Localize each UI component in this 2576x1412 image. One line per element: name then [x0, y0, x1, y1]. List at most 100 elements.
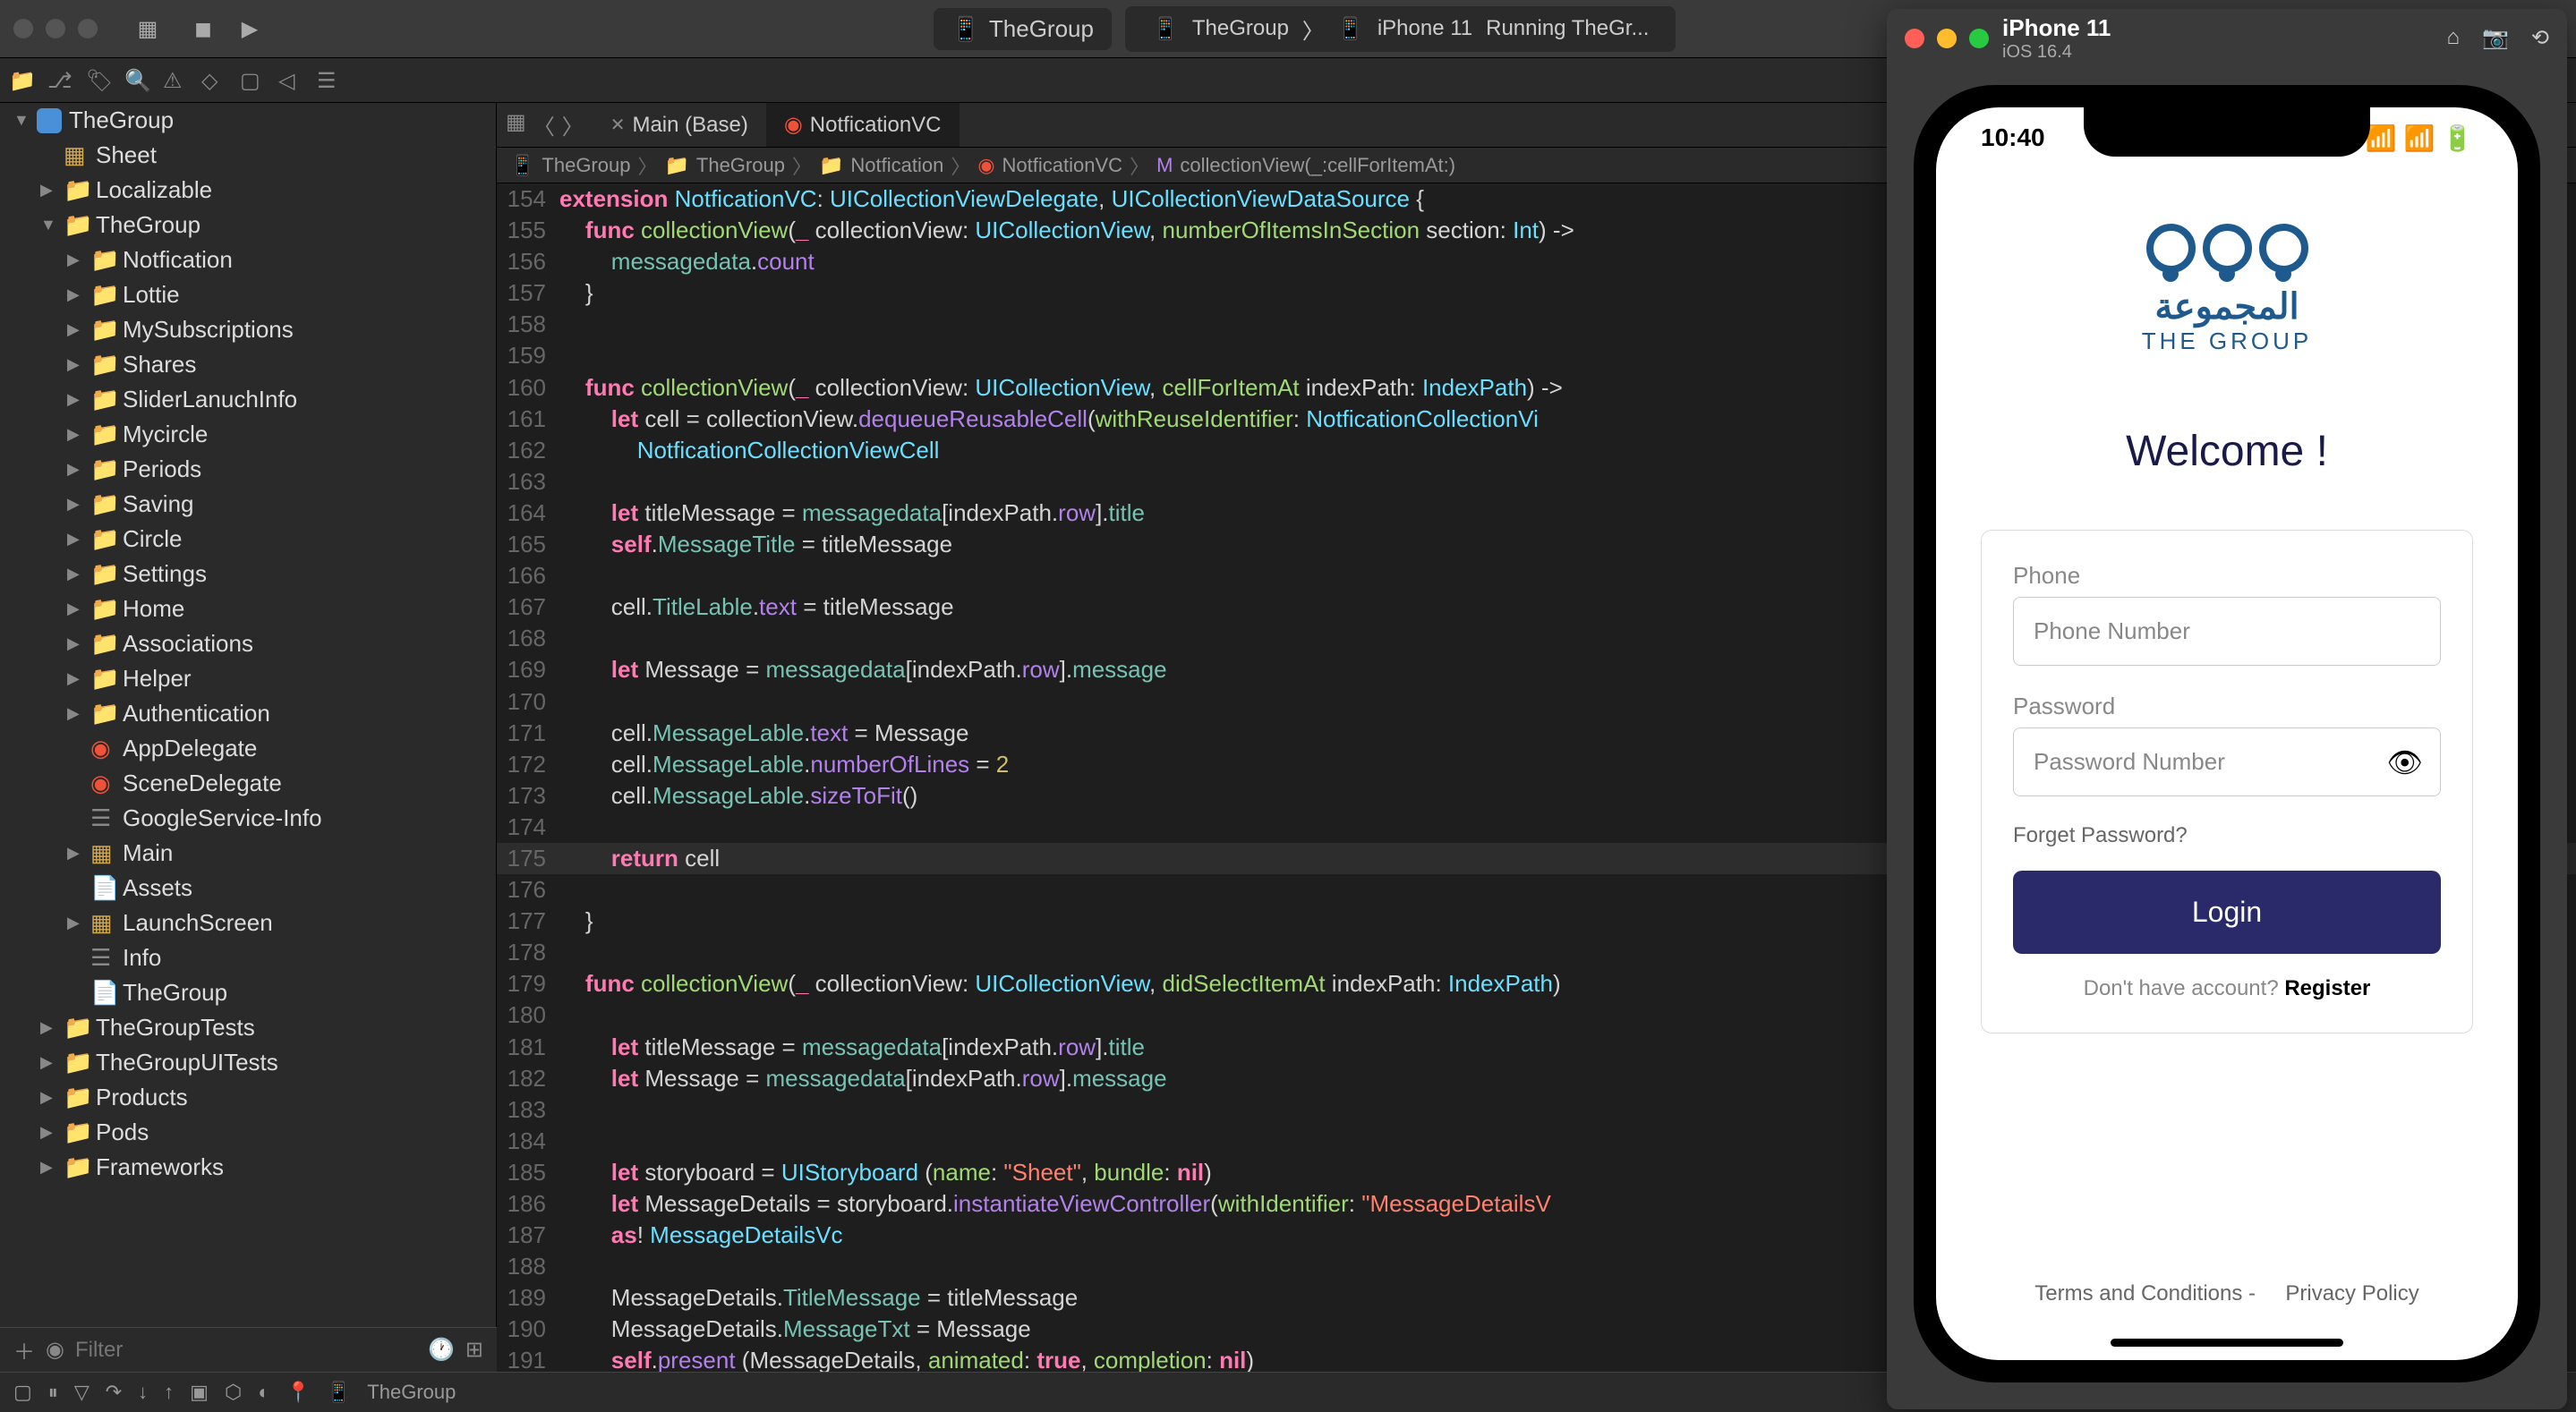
related-items-icon[interactable]: ▦ — [506, 109, 526, 140]
breadcrumb-segment[interactable]: TheGroup — [542, 154, 630, 177]
debug-view-icon[interactable]: ▣ — [190, 1381, 209, 1404]
simulator-window[interactable]: iPhone 11 iOS 16.4 ⌂ 📷 ⟲ 10:40 📶 📶 🔋 — [1887, 9, 2567, 1409]
process-icon[interactable]: 📱 — [327, 1381, 351, 1404]
continue-icon[interactable]: ▽ — [74, 1381, 90, 1404]
home-icon[interactable]: ⌂ — [2447, 25, 2461, 51]
scm-icon[interactable]: ⊞ — [465, 1337, 483, 1363]
filter-scope-icon[interactable]: ◉ — [46, 1337, 64, 1363]
disclosure-triangle[interactable]: ▶ — [40, 1123, 56, 1142]
register-link[interactable]: Register — [2284, 976, 2370, 1000]
disclosure-triangle[interactable]: ▶ — [40, 1088, 56, 1107]
home-indicator[interactable] — [2111, 1339, 2343, 1347]
tree-item-frameworks[interactable]: ▶📁Frameworks — [0, 1150, 496, 1185]
close-window-button[interactable] — [13, 19, 33, 38]
close-tab-icon[interactable]: ✕ — [610, 114, 626, 136]
tree-item-googleservice-info[interactable]: ☰GoogleService-Info — [0, 801, 496, 836]
scheme-selector[interactable]: 📱 TheGroup — [934, 8, 1112, 50]
tree-item-lottie[interactable]: ▶📁Lottie — [0, 277, 496, 312]
project-navigator[interactable]: ▼TheGroup▦Sheet▶📁Localizable▼📁TheGroup▶📁… — [0, 103, 497, 1372]
disclosure-triangle[interactable]: ▶ — [67, 844, 83, 863]
tree-item-circle[interactable]: ▶📁Circle — [0, 522, 496, 557]
tree-item-home[interactable]: ▶📁Home — [0, 591, 496, 626]
forget-password-link[interactable]: Forget Password? — [2013, 823, 2441, 848]
tree-item-assets[interactable]: 📄Assets — [0, 871, 496, 906]
back-button[interactable]: 〈 — [533, 109, 555, 140]
disclosure-triangle[interactable]: ▶ — [67, 530, 83, 549]
tree-item-settings[interactable]: ▶📁Settings — [0, 557, 496, 591]
disclosure-triangle[interactable]: ▶ — [67, 565, 83, 583]
tree-item-shares[interactable]: ▶📁Shares — [0, 347, 496, 382]
tree-item-saving[interactable]: ▶📁Saving — [0, 487, 496, 522]
terms-link[interactable]: Terms and Conditions - — [2034, 1281, 2256, 1306]
tree-item-mycircle[interactable]: ▶📁Mycircle — [0, 417, 496, 452]
tree-item-thegrouptests[interactable]: ▶📁TheGroupTests — [0, 1010, 496, 1045]
disclosure-triangle[interactable]: ▶ — [40, 1018, 56, 1037]
phone-input[interactable]: Phone Number — [2013, 597, 2441, 666]
tab-main-storyboard[interactable]: ✕ Main (Base) — [593, 104, 766, 147]
tree-item-helper[interactable]: ▶📁Helper — [0, 661, 496, 696]
disclosure-triangle[interactable]: ▶ — [67, 355, 83, 374]
project-navigator-icon[interactable]: 📁 — [9, 68, 34, 93]
tree-item-localizable[interactable]: ▶📁Localizable — [0, 173, 496, 208]
step-into-icon[interactable]: ↓ — [138, 1381, 148, 1404]
disclosure-triangle[interactable]: ▶ — [67, 251, 83, 269]
disclosure-triangle[interactable]: ▶ — [67, 495, 83, 514]
tree-item-notfication[interactable]: ▶📁Notfication — [0, 242, 496, 277]
breadcrumb-segment[interactable]: Notfication — [850, 154, 943, 177]
source-control-icon[interactable]: ⎇ — [47, 68, 73, 93]
activity-viewer[interactable]: 📱 TheGroup 〉 📱 iPhone 11 Running TheGr..… — [1125, 6, 1676, 52]
disclosure-triangle[interactable]: ▼ — [40, 216, 56, 234]
pause-icon[interactable]: ⏸ — [48, 1381, 58, 1404]
rotate-icon[interactable]: ⟲ — [2531, 25, 2549, 51]
tree-item-pods[interactable]: ▶📁Pods — [0, 1115, 496, 1150]
filter-input[interactable] — [75, 1338, 417, 1363]
stop-button[interactable]: ◼ — [189, 14, 218, 43]
memory-graph-icon[interactable]: ⬡ — [225, 1381, 242, 1404]
breadcrumb-segment[interactable]: NotficationVC — [1002, 154, 1123, 177]
add-icon[interactable]: ＋ — [13, 1334, 35, 1365]
privacy-link[interactable]: Privacy Policy — [2285, 1281, 2418, 1306]
tree-item-info[interactable]: ☰Info — [0, 940, 496, 975]
disclosure-triangle[interactable]: ▶ — [67, 425, 83, 444]
minimize-window-button[interactable] — [46, 19, 65, 38]
debug-navigator-icon[interactable]: ▢ — [240, 68, 265, 93]
sim-minimize-button[interactable] — [1937, 29, 1957, 48]
tree-item-appdelegate[interactable]: ◉AppDelegate — [0, 731, 496, 766]
hide-debug-icon[interactable]: ▢ — [13, 1381, 32, 1404]
tree-item-sliderlanuchinfo[interactable]: ▶📁SliderLanuchInfo — [0, 382, 496, 417]
tree-item-main[interactable]: ▶▦Main — [0, 836, 496, 871]
recent-icon[interactable]: 🕐 — [428, 1337, 455, 1363]
disclosure-triangle[interactable]: ▶ — [67, 634, 83, 653]
sim-zoom-button[interactable] — [1969, 29, 1989, 48]
tree-item-authentication[interactable]: ▶📁Authentication — [0, 696, 496, 731]
disclosure-triangle[interactable]: ▶ — [40, 1158, 56, 1177]
screenshot-icon[interactable]: 📷 — [2482, 25, 2509, 51]
forward-button[interactable]: 〉 — [562, 109, 584, 140]
step-over-icon[interactable]: ↷ — [106, 1381, 122, 1404]
sim-close-button[interactable] — [1905, 29, 1924, 48]
tree-item-associations[interactable]: ▶📁Associations — [0, 626, 496, 661]
tree-item-launchscreen[interactable]: ▶▦LaunchScreen — [0, 906, 496, 940]
test-navigator-icon[interactable]: ◇ — [201, 68, 226, 93]
disclosure-triangle[interactable]: ▶ — [67, 704, 83, 723]
tree-item-products[interactable]: ▶📁Products — [0, 1080, 496, 1115]
tree-item-mysubscriptions[interactable]: ▶📁MySubscriptions — [0, 312, 496, 347]
disclosure-triangle[interactable]: ▶ — [67, 914, 83, 932]
tree-item-thegroupuitests[interactable]: ▶📁TheGroupUITests — [0, 1045, 496, 1080]
sidebar-toggle-icon[interactable]: ▦ — [133, 14, 162, 43]
tree-item-periods[interactable]: ▶📁Periods — [0, 452, 496, 487]
find-navigator-icon[interactable]: 🔍 — [124, 68, 149, 93]
tree-item-sheet[interactable]: ▦Sheet — [0, 138, 496, 173]
password-input[interactable]: Password Number — [2013, 727, 2441, 796]
step-out-icon[interactable]: ↑ — [164, 1381, 174, 1404]
tree-item-thegroup[interactable]: ▼TheGroup — [0, 103, 496, 138]
environment-icon[interactable]: ◐ — [258, 1381, 269, 1404]
breadcrumb-segment[interactable]: TheGroup — [696, 154, 785, 177]
tab-notification-vc[interactable]: ◉ NotficationVC — [766, 103, 960, 147]
tree-item-scenedelegate[interactable]: ◉SceneDelegate — [0, 766, 496, 801]
location-icon[interactable]: 📍 — [286, 1381, 310, 1404]
tree-item-thegroup[interactable]: 📄TheGroup — [0, 975, 496, 1010]
zoom-window-button[interactable] — [78, 19, 98, 38]
disclosure-triangle[interactable]: ▶ — [67, 285, 83, 304]
disclosure-triangle[interactable]: ▶ — [67, 600, 83, 618]
